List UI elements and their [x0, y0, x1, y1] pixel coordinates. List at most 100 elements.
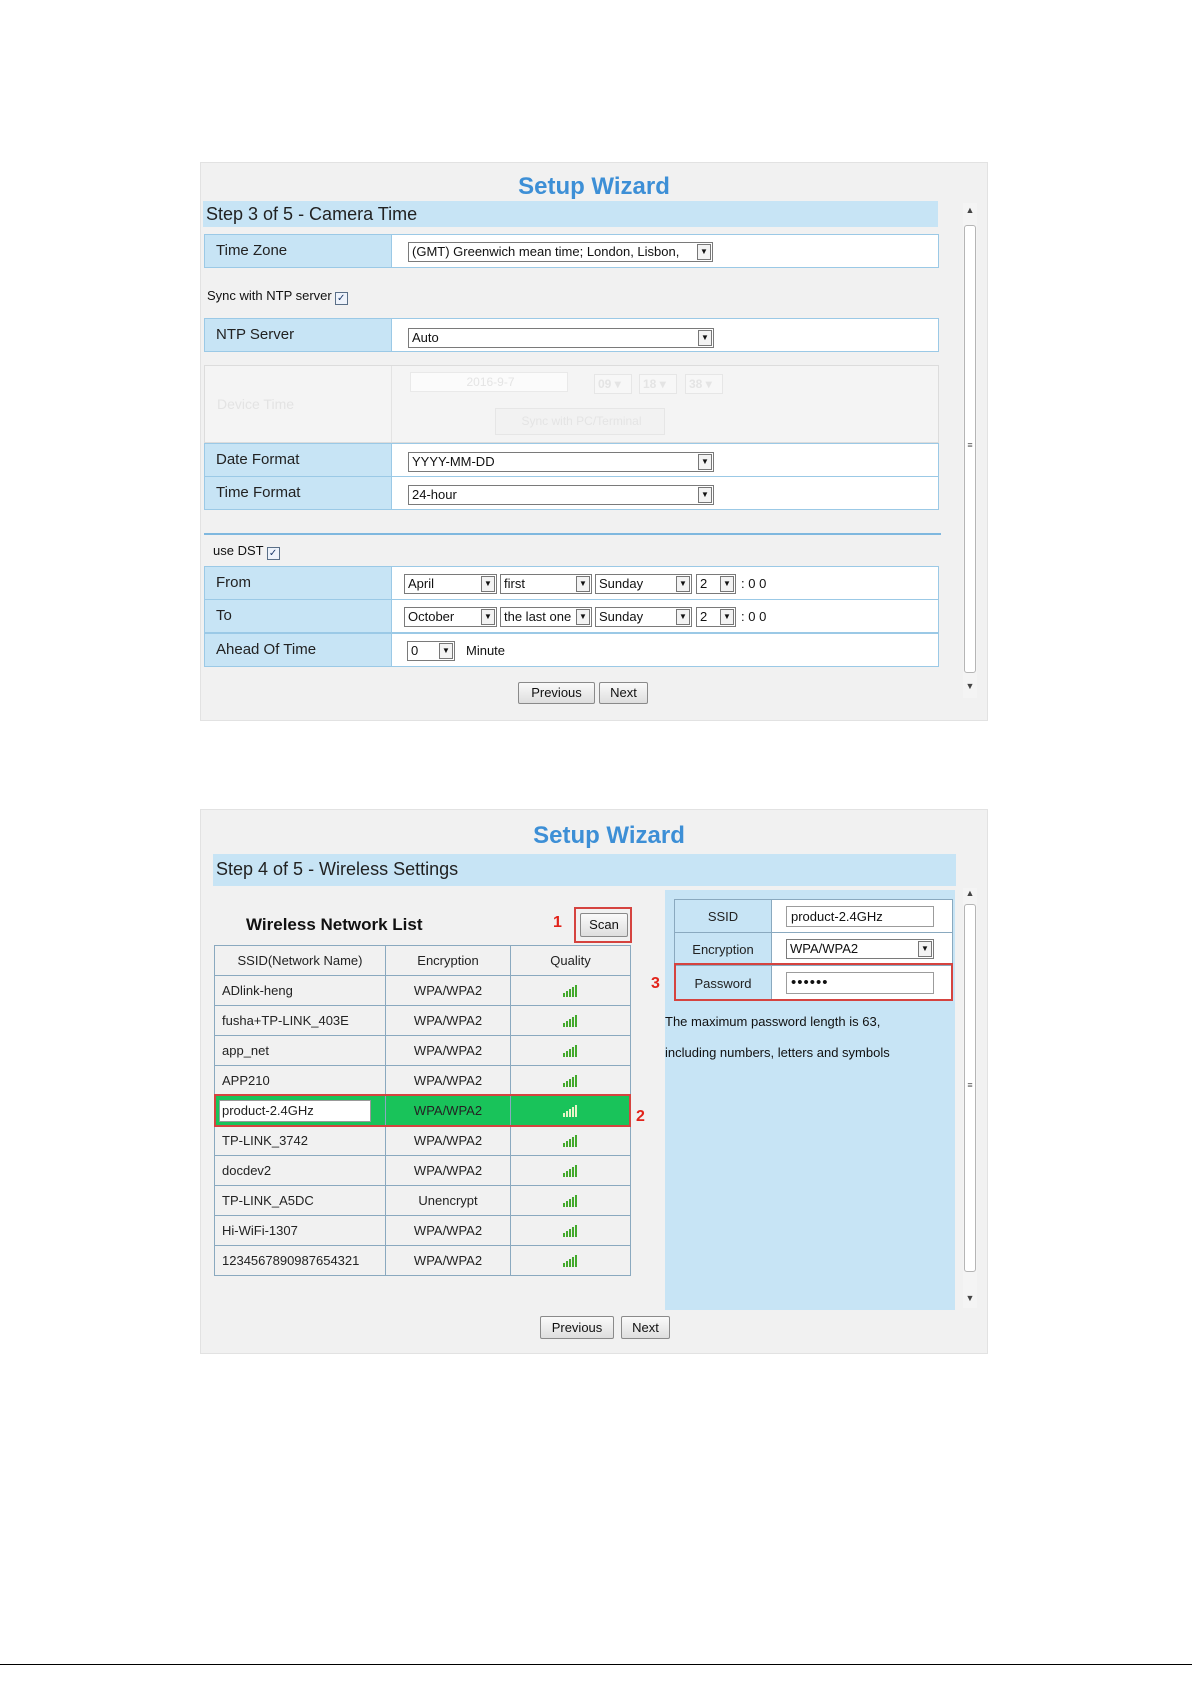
ahead-of-time-label: Ahead Of Time	[205, 634, 392, 666]
scroll-up-icon[interactable]: ▲	[963, 888, 977, 898]
chevron-down-icon: ▼	[698, 330, 712, 346]
scroll-down-icon[interactable]: ▼	[963, 1293, 977, 1303]
device-time-label: Device Time	[217, 396, 295, 412]
table-row[interactable]: TP-LINK_3742 WPA/WPA2	[214, 1125, 631, 1156]
time-format-row: Time Format 24-hour ▼	[204, 476, 939, 510]
network-encryption: WPA/WPA2	[413, 1073, 483, 1088]
signal-strength-icon	[562, 1195, 579, 1207]
network-encryption: WPA/WPA2	[413, 1013, 483, 1028]
time-zone-row: Time Zone (GMT) Greenwich mean time; Lon…	[204, 234, 939, 268]
password-note-line2: including numbers, letters and symbols	[665, 1045, 890, 1060]
table-row[interactable]: app_net WPA/WPA2	[214, 1035, 631, 1066]
sync-ntp-checkbox[interactable]: ✓	[334, 292, 348, 305]
table-row[interactable]: ADlink-heng WPA/WPA2	[214, 975, 631, 1006]
next-button[interactable]: Next	[621, 1316, 670, 1339]
table-row[interactable]: docdev2 WPA/WPA2	[214, 1155, 631, 1186]
wizard-title: Setup Wizard	[533, 822, 685, 849]
chevron-down-icon: ▼	[698, 454, 712, 470]
scan-button[interactable]: Scan	[580, 913, 628, 937]
chevron-down-icon: ▼	[481, 609, 495, 625]
time-format-label: Time Format	[205, 477, 392, 509]
table-row[interactable]: Hi-WiFi-1307 WPA/WPA2	[214, 1215, 631, 1246]
scrollbar-grip-icon: ≡	[967, 1080, 973, 1090]
marker-1: 1	[553, 914, 562, 931]
network-ssid: ADlink-heng	[222, 983, 293, 998]
chevron-down-icon: ▼	[481, 576, 495, 592]
from-month-select[interactable]: April ▼	[404, 574, 497, 594]
encryption-label: Encryption	[674, 932, 772, 966]
to-day-select[interactable]: Sunday ▼	[595, 607, 692, 627]
selected-network-highlight	[214, 1094, 631, 1127]
network-encryption: WPA/WPA2	[413, 1043, 483, 1058]
ahead-of-time-select[interactable]: 0 ▼	[407, 641, 455, 661]
previous-button[interactable]: Previous	[518, 682, 595, 704]
from-hour-select[interactable]: 2 ▼	[696, 574, 736, 594]
ssid-input[interactable]: product-2.4GHz	[786, 906, 934, 927]
next-button[interactable]: Next	[599, 682, 648, 704]
chevron-down-icon: ▼	[576, 609, 590, 625]
from-week-select[interactable]: first ▼	[500, 574, 592, 594]
wireless-list-title: Wireless Network List	[246, 915, 423, 934]
network-encryption: WPA/WPA2	[413, 1223, 483, 1238]
dst-from-row: From April ▼ first ▼ Sunday ▼ 2 ▼ : 0 0	[204, 566, 939, 600]
time-zone-select[interactable]: (GMT) Greenwich mean time; London, Lisbo…	[408, 242, 713, 262]
network-ssid: TP-LINK_3742	[222, 1133, 308, 1148]
camera-time-wizard: Setup Wizard Step 3 of 5 - Camera Time T…	[200, 162, 988, 721]
scrollbar[interactable]: ▲ ≡ ▼	[963, 203, 977, 698]
ntp-server-select[interactable]: Auto ▼	[408, 328, 714, 348]
device-time-row: Device Time 2016-9-7 09 ▾ 18 ▾ 38 ▾ Sync…	[204, 365, 939, 443]
scroll-down-icon[interactable]: ▼	[963, 681, 977, 691]
sync-ntp-option: Sync with NTP server ✓	[207, 288, 348, 305]
wizard-title: Setup Wizard	[518, 173, 670, 200]
from-minute-text: : 0 0	[741, 576, 767, 591]
marker-3: 3	[651, 975, 660, 992]
chevron-down-icon: ▼	[720, 576, 734, 592]
dst-from-label: From	[205, 567, 392, 599]
network-ssid: docdev2	[222, 1163, 272, 1178]
from-day-select[interactable]: Sunday ▼	[595, 574, 692, 594]
chevron-down-icon: ▼	[576, 576, 590, 592]
signal-strength-icon	[562, 1225, 579, 1237]
signal-strength-icon	[562, 1255, 579, 1267]
to-week-select[interactable]: the last one ▼	[500, 607, 592, 627]
table-row[interactable]: fusha+TP-LINK_403E WPA/WPA2	[214, 1005, 631, 1036]
password-highlight	[674, 963, 953, 1001]
chevron-down-icon: ▼	[697, 244, 711, 260]
network-ssid: 1234567890987654321	[222, 1253, 360, 1268]
date-format-select[interactable]: YYYY-MM-DD ▼	[408, 452, 714, 472]
table-row[interactable]: APP210 WPA/WPA2	[214, 1065, 631, 1096]
signal-strength-icon	[562, 985, 579, 997]
device-second-select: 38 ▾	[685, 374, 723, 394]
encryption-select[interactable]: WPA/WPA2 ▼	[786, 939, 934, 959]
signal-strength-icon	[562, 1135, 579, 1147]
chevron-down-icon: ▼	[698, 487, 712, 503]
device-minute-select: 18 ▾	[639, 374, 677, 394]
network-list-area: Wireless Network List 1 Scan SSID(Networ…	[214, 890, 645, 1310]
encryption-row: Encryption WPA/WPA2 ▼	[674, 932, 953, 966]
table-header: SSID(Network Name) Encryption Quality	[214, 945, 631, 976]
password-note-line1: The maximum password length is 63,	[665, 1014, 881, 1029]
network-encryption: WPA/WPA2	[413, 1163, 483, 1178]
ssid-row: SSID product-2.4GHz	[674, 899, 953, 933]
scrollbar[interactable]: ▲ ≡ ▼	[963, 888, 977, 1308]
network-encryption: WPA/WPA2	[413, 983, 483, 998]
date-format-label: Date Format	[205, 444, 392, 476]
ahead-of-time-row: Ahead Of Time 0 ▼ Minute	[204, 633, 939, 667]
scroll-up-icon[interactable]: ▲	[963, 205, 977, 215]
previous-button[interactable]: Previous	[540, 1316, 614, 1339]
ahead-of-time-unit: Minute	[466, 643, 506, 658]
to-minute-text: : 0 0	[741, 609, 767, 624]
table-row[interactable]: 1234567890987654321 WPA/WPA2	[214, 1245, 631, 1276]
device-hour-select: 09 ▾	[594, 374, 632, 394]
signal-strength-icon	[562, 1165, 579, 1177]
use-dst-checkbox[interactable]: ✓	[266, 547, 280, 560]
to-hour-select[interactable]: 2 ▼	[696, 607, 736, 627]
dst-to-row: To October ▼ the last one ▼ Sunday ▼ 2 ▼ : 0…	[204, 599, 939, 633]
time-format-select[interactable]: 24-hour ▼	[408, 485, 714, 505]
chevron-down-icon: ▼	[676, 576, 690, 592]
column-header: SSID(Network Name)	[214, 945, 386, 976]
to-month-select[interactable]: October ▼	[404, 607, 497, 627]
device-date-input: 2016-9-7	[410, 372, 568, 392]
date-format-row: Date Format YYYY-MM-DD ▼	[204, 443, 939, 477]
table-row[interactable]: TP-LINK_A5DC Unencrypt	[214, 1185, 631, 1216]
